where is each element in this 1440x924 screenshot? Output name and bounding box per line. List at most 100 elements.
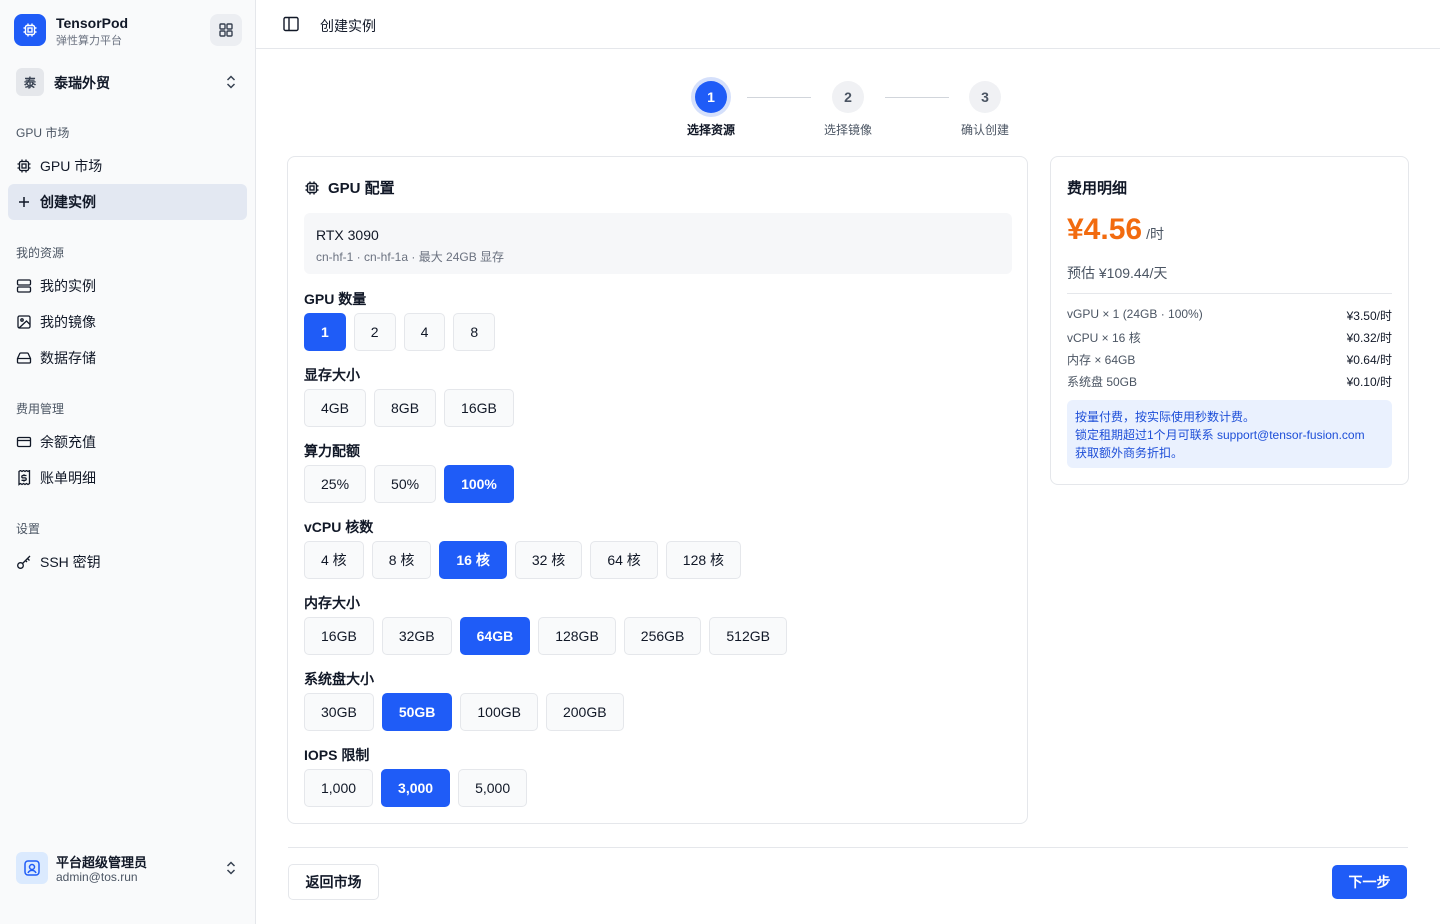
option-button[interactable]: 64 核 — [590, 541, 658, 579]
sidebar-item-my-images[interactable]: 我的镜像 — [8, 304, 247, 340]
step-number: 1 — [695, 81, 727, 113]
option-button[interactable]: 512GB — [709, 617, 787, 655]
option-group-label: 显存大小 — [304, 367, 360, 383]
apps-grid-button[interactable] — [210, 14, 242, 46]
option-button[interactable]: 50% — [374, 465, 437, 503]
option-button[interactable]: 64GB — [459, 617, 531, 655]
notice-line: 获取额外商务折扣。 — [1075, 446, 1184, 460]
hard-drive-icon — [16, 352, 32, 364]
card-title-text: GPU 配置 — [328, 180, 395, 197]
option-button[interactable]: 8 核 — [371, 541, 432, 579]
org-avatar: 泰 — [16, 68, 44, 96]
org-switcher[interactable]: 泰 泰瑞外贸 — [16, 66, 242, 98]
option-button[interactable]: 100% — [444, 465, 514, 503]
option-button[interactable]: 8 — [453, 313, 496, 351]
user-circle-icon — [24, 860, 40, 876]
receipt-icon — [18, 470, 31, 486]
option-button[interactable]: 200GB — [545, 693, 624, 731]
back-to-market-button[interactable]: 返回市场 — [288, 864, 379, 900]
option-button[interactable]: 256GB — [623, 617, 702, 655]
option-group: 1,000 3,000 5,000 — [304, 769, 528, 807]
cpu-icon — [305, 181, 319, 194]
option-group-label: 算力配额 — [304, 443, 360, 459]
cost-line-label: vCPU × 16 核 — [1067, 331, 1141, 345]
brand-subtitle: 弹性算力平台 — [56, 35, 122, 47]
option-group: 30GB 50GB 100GB 200GB — [304, 693, 624, 731]
step-connector — [747, 97, 811, 98]
credit-card-icon — [16, 436, 32, 448]
org-name: 泰瑞外贸 — [54, 75, 110, 91]
option-group-label: GPU 数量 — [304, 291, 367, 307]
sidebar-item-billing[interactable]: 账单明细 — [8, 460, 247, 496]
cost-line-label: vGPU × 1 (24GB · 100%) — [1067, 307, 1203, 321]
step-label: 确认创建 — [960, 123, 1009, 137]
cost-title: 费用明细 — [1067, 180, 1128, 197]
option-button[interactable]: 4 核 — [304, 541, 364, 579]
selected-gpu-summary: RTX 3090 cn-hf-1 · cn-hf-1a · 最大 24GB 显存 — [304, 213, 1012, 274]
option-button[interactable]: 2 — [353, 313, 396, 351]
plus-icon — [19, 197, 29, 207]
cpu-icon — [17, 159, 31, 173]
step-connector — [885, 97, 949, 98]
image-icon — [17, 315, 31, 329]
sidebar-item-my-instances[interactable]: 我的实例 — [8, 268, 247, 304]
gpu-config-card: GPU 配置 RTX 3090 cn-hf-1 · cn-hf-1a · 最大 … — [287, 156, 1028, 824]
sidebar-toggle-icon[interactable] — [282, 15, 300, 33]
chevrons-up-down-icon — [226, 75, 236, 89]
sidebar-item-label: 账单明细 — [40, 470, 96, 486]
sidebar-item-label: SSH 密钥 — [40, 554, 101, 570]
option-button[interactable]: 1 — [304, 313, 346, 351]
cpu-logo-icon — [14, 14, 46, 46]
cost-line-label: 内存 × 64GB — [1067, 353, 1136, 367]
option-button[interactable]: 8GB — [374, 389, 437, 427]
cost-line-value: ¥0.10/时 — [1346, 375, 1392, 389]
option-button[interactable]: 4 — [403, 313, 446, 351]
price-value: ¥4.56 — [1067, 213, 1143, 246]
user-name: 平台超级管理员 — [56, 855, 148, 870]
nav-section-title: GPU 市场 — [16, 126, 70, 140]
gpu-name: RTX 3090 — [316, 227, 379, 243]
option-button[interactable]: 32 核 — [514, 541, 583, 579]
option-button[interactable]: 4GB — [304, 389, 367, 427]
cost-line: vCPU × 16 核 ¥0.32/时 — [1067, 329, 1392, 346]
grid-icon — [219, 23, 233, 37]
next-step-button[interactable]: 下一步 — [1332, 865, 1407, 899]
sidebar-item-recharge[interactable]: 余额充值 — [8, 424, 247, 460]
key-icon — [17, 555, 31, 569]
cost-summary-card: 费用明细 ¥4.56 /时 预估 ¥109.44/天 vGPU × 1 (24G… — [1050, 156, 1409, 485]
option-group-label: 系统盘大小 — [304, 671, 374, 687]
top-header: 创建实例 — [256, 0, 1440, 49]
step-number: 3 — [969, 81, 1001, 113]
step-2: 2 选择镜像 — [808, 81, 888, 138]
sidebar-item-gpu-market[interactable]: GPU 市场 — [8, 148, 247, 184]
price-unit: /时 — [1146, 226, 1164, 242]
option-button[interactable]: 25% — [304, 465, 367, 503]
option-button[interactable]: 16 核 — [439, 541, 507, 579]
option-button[interactable]: 50GB — [381, 693, 453, 731]
option-button[interactable]: 128GB — [538, 617, 616, 655]
option-button[interactable]: 100GB — [460, 693, 538, 731]
option-button[interactable]: 16GB — [304, 617, 374, 655]
sidebar-item-label: 余额充值 — [40, 434, 96, 450]
option-group: 16GB 32GB 64GB 128GB 256GB 512GB — [304, 617, 787, 655]
option-button[interactable]: 3,000 — [381, 769, 451, 807]
user-menu[interactable]: 平台超级管理员 admin@tos.run — [16, 850, 242, 886]
option-group: 4GB 8GB 16GB — [304, 389, 514, 427]
divider — [288, 847, 1408, 848]
user-email: admin@tos.run — [56, 870, 138, 884]
sidebar-item-data-storage[interactable]: 数据存储 — [8, 340, 247, 376]
option-button[interactable]: 5,000 — [458, 769, 528, 807]
sidebar-item-ssh-keys[interactable]: SSH 密钥 — [8, 544, 247, 580]
option-button[interactable]: 128 核 — [665, 541, 742, 579]
option-button[interactable]: 1,000 — [304, 769, 374, 807]
option-button[interactable]: 16GB — [444, 389, 514, 427]
sidebar-item-create-instance[interactable]: 创建实例 — [8, 184, 247, 220]
option-button[interactable]: 30GB — [304, 693, 374, 731]
cost-line-value: ¥0.32/时 — [1346, 331, 1392, 345]
step-3: 3 确认创建 — [945, 81, 1025, 138]
sidebar-item-label: 我的镜像 — [40, 314, 96, 330]
option-button[interactable]: 32GB — [381, 617, 452, 655]
option-group: 4 核8 核 16 核 32 核 64 核 128 核 — [304, 541, 742, 579]
cost-line: 内存 × 64GB ¥0.64/时 — [1067, 351, 1392, 368]
page-title: 创建实例 — [320, 18, 376, 34]
